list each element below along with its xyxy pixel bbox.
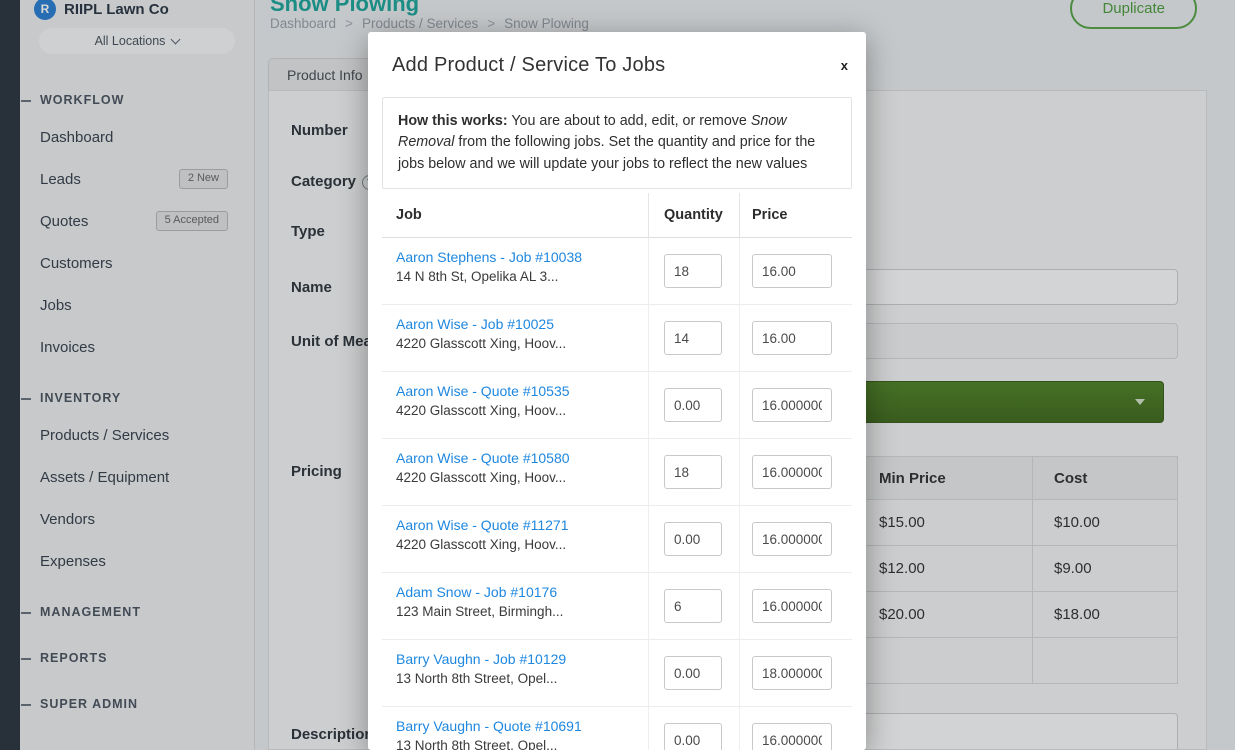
job-link[interactable]: Adam Snow - Job #10176 <box>396 584 634 600</box>
add-product-to-jobs-modal: Add Product / Service To Jobs x How this… <box>368 32 866 750</box>
price-cell <box>739 506 852 572</box>
table-row: Aaron Stephens - Job #10038 14 N 8th St,… <box>382 238 852 305</box>
job-link[interactable]: Aaron Wise - Quote #11271 <box>396 517 634 533</box>
price-input[interactable] <box>752 589 832 623</box>
quantity-cell <box>648 506 739 572</box>
close-icon[interactable]: x <box>841 58 848 73</box>
price-cell <box>739 305 852 371</box>
table-row: Barry Vaughn - Quote #10691 13 North 8th… <box>382 707 852 750</box>
price-input[interactable] <box>752 388 832 422</box>
job-column-header: Job <box>382 207 648 223</box>
how-this-works-text-1: You are about to add, edit, or remove <box>508 113 751 129</box>
price-input[interactable] <box>752 723 832 750</box>
quantity-input[interactable] <box>664 254 722 288</box>
quantity-input[interactable] <box>664 723 722 750</box>
job-link[interactable]: Aaron Wise - Job #10025 <box>396 316 634 332</box>
price-input[interactable] <box>752 656 832 690</box>
price-cell <box>739 238 852 304</box>
job-address: 13 North 8th Street, Opel... <box>396 671 634 686</box>
price-cell <box>739 372 852 438</box>
quantity-input[interactable] <box>664 321 722 355</box>
price-cell <box>739 573 852 639</box>
job-cell: Aaron Wise - Quote #11271 4220 Glasscott… <box>382 506 648 572</box>
how-this-works-note: How this works: You are about to add, ed… <box>382 97 852 189</box>
quantity-input[interactable] <box>664 656 722 690</box>
job-cell: Barry Vaughn - Quote #10691 13 North 8th… <box>382 707 648 750</box>
price-cell <box>739 640 852 706</box>
quantity-input[interactable] <box>664 388 722 422</box>
quantity-cell <box>648 439 739 505</box>
table-row: Barry Vaughn - Job #10129 13 North 8th S… <box>382 640 852 707</box>
job-link[interactable]: Barry Vaughn - Quote #10691 <box>396 718 634 734</box>
quantity-cell <box>648 573 739 639</box>
modal-header: Add Product / Service To Jobs x <box>368 32 866 87</box>
job-cell: Aaron Wise - Quote #10535 4220 Glasscott… <box>382 372 648 438</box>
table-row: Aaron Wise - Quote #10535 4220 Glasscott… <box>382 372 852 439</box>
table-row: Adam Snow - Job #10176 123 Main Street, … <box>382 573 852 640</box>
price-cell <box>739 707 852 750</box>
quantity-column-header: Quantity <box>648 193 739 237</box>
quantity-cell <box>648 640 739 706</box>
price-column-header: Price <box>739 193 852 237</box>
job-cell: Barry Vaughn - Job #10129 13 North 8th S… <box>382 640 648 706</box>
job-address: 4220 Glasscott Xing, Hoov... <box>396 470 634 485</box>
job-address: 4220 Glasscott Xing, Hoov... <box>396 403 634 418</box>
how-this-works-lead: How this works: <box>398 113 508 129</box>
quantity-cell <box>648 707 739 750</box>
how-this-works-text-2: from the following jobs. Set the quantit… <box>398 134 815 171</box>
job-address: 4220 Glasscott Xing, Hoov... <box>396 537 634 552</box>
table-row: Aaron Wise - Quote #11271 4220 Glasscott… <box>382 506 852 573</box>
job-cell: Aaron Wise - Job #10025 4220 Glasscott X… <box>382 305 648 371</box>
quantity-input[interactable] <box>664 522 722 556</box>
job-link[interactable]: Barry Vaughn - Job #10129 <box>396 651 634 667</box>
price-input[interactable] <box>752 522 832 556</box>
price-input[interactable] <box>752 321 832 355</box>
modal-title: Add Product / Service To Jobs <box>392 54 842 77</box>
price-input[interactable] <box>752 254 832 288</box>
job-cell: Aaron Stephens - Job #10038 14 N 8th St,… <box>382 238 648 304</box>
job-address: 14 N 8th St, Opelika AL 3... <box>396 269 634 284</box>
job-link[interactable]: Aaron Wise - Quote #10580 <box>396 450 634 466</box>
job-cell: Aaron Wise - Quote #10580 4220 Glasscott… <box>382 439 648 505</box>
quantity-cell <box>648 305 739 371</box>
job-address: 123 Main Street, Birmingh... <box>396 604 634 619</box>
quantity-input[interactable] <box>664 589 722 623</box>
job-address: 4220 Glasscott Xing, Hoov... <box>396 336 634 351</box>
quantity-cell <box>648 238 739 304</box>
app-root: R RIIPL Lawn Co All Locations WORKFLOW D… <box>0 0 1235 750</box>
job-link[interactable]: Aaron Stephens - Job #10038 <box>396 249 634 265</box>
price-input[interactable] <box>752 455 832 489</box>
jobs-table: Job Quantity Price Aaron Stephens - Job … <box>382 193 852 750</box>
table-row: Aaron Wise - Job #10025 4220 Glasscott X… <box>382 305 852 372</box>
job-cell: Adam Snow - Job #10176 123 Main Street, … <box>382 573 648 639</box>
table-row: Aaron Wise - Quote #10580 4220 Glasscott… <box>382 439 852 506</box>
jobs-table-header: Job Quantity Price <box>382 193 852 238</box>
quantity-cell <box>648 372 739 438</box>
quantity-input[interactable] <box>664 455 722 489</box>
job-address: 13 North 8th Street, Opel... <box>396 738 634 750</box>
price-cell <box>739 439 852 505</box>
job-link[interactable]: Aaron Wise - Quote #10535 <box>396 383 634 399</box>
